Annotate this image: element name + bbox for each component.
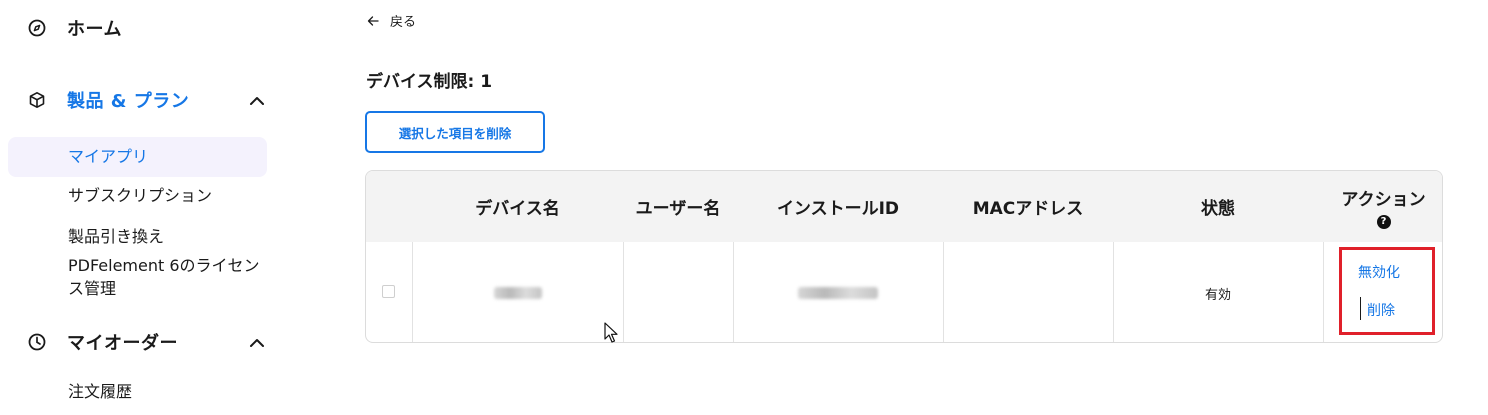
question-icon[interactable]: ? xyxy=(1376,214,1391,229)
arrow-left-icon xyxy=(366,14,380,28)
cell-install-id xyxy=(733,242,943,342)
column-divider xyxy=(1323,242,1324,342)
sidebar-item-label: マイオーダー xyxy=(67,333,178,354)
cell-device-name xyxy=(412,242,623,342)
delete-link[interactable]: 削除 xyxy=(1367,300,1395,320)
device-table: デバイス名 ユーザー名 インストールID MACアドレス 状態 アクション ? … xyxy=(365,170,1443,343)
mouse-pointer-icon xyxy=(604,322,618,343)
back-label: 戻る xyxy=(390,15,417,30)
column-divider xyxy=(623,242,624,342)
sidebar-item-order-history[interactable]: 注文履歴 xyxy=(68,380,132,403)
sidebar-item-pdfelement-license[interactable]: PDFelement 6のライセン ス管理 xyxy=(68,254,260,300)
disable-link[interactable]: 無効化 xyxy=(1358,262,1400,282)
header-status: 状態 xyxy=(1201,199,1235,219)
sidebar-item-label-line2: ス管理 xyxy=(68,279,117,298)
highlight-box xyxy=(1339,247,1435,335)
header-actions-label: アクション xyxy=(1341,189,1426,210)
redacted-device-name xyxy=(493,287,542,299)
sidebar-item-orders[interactable]: マイオーダー xyxy=(28,330,178,354)
text-cursor xyxy=(1360,297,1361,320)
column-divider xyxy=(943,242,944,342)
sidebar-item-label: 製品 & プラン xyxy=(67,91,190,112)
header-mac-address: MACアドレス xyxy=(972,199,1084,219)
row-select-checkbox[interactable] xyxy=(382,285,395,298)
clock-icon xyxy=(28,333,46,351)
chevron-up-icon[interactable] xyxy=(248,92,266,110)
header-actions: アクション ? xyxy=(1323,171,1442,242)
sidebar-item-redeem[interactable]: 製品引き換え xyxy=(68,225,164,248)
sidebar-item-products[interactable]: 製品 & プラン xyxy=(28,88,189,112)
header-user-name: ユーザー名 xyxy=(635,199,721,219)
compass-icon xyxy=(28,19,46,37)
device-limit: デバイス制限: 1 xyxy=(366,72,493,92)
header-device-name: デバイス名 xyxy=(475,199,560,219)
chevron-up-icon[interactable] xyxy=(248,334,266,352)
sidebar-item-home[interactable]: ホーム xyxy=(28,16,122,40)
redacted-install-id xyxy=(798,287,878,299)
back-link[interactable]: 戻る xyxy=(366,11,416,30)
sidebar-item-label: ホーム xyxy=(67,19,122,40)
sidebar: ホーム 製品 & プラン マイアプリ サブスクリプション 製品引き換え PDFe… xyxy=(0,0,290,415)
sidebar-item-my-apps[interactable]: マイアプリ xyxy=(68,145,148,168)
cell-status: 有効 xyxy=(1204,287,1231,303)
box-icon xyxy=(28,91,46,109)
sidebar-item-label-line1: PDFelement 6のライセン xyxy=(68,256,260,275)
sidebar-item-subscription[interactable]: サブスクリプション xyxy=(68,184,212,207)
header-install-id: インストールID xyxy=(776,199,900,219)
delete-selected-button[interactable]: 選択した項目を削除 xyxy=(365,111,545,153)
